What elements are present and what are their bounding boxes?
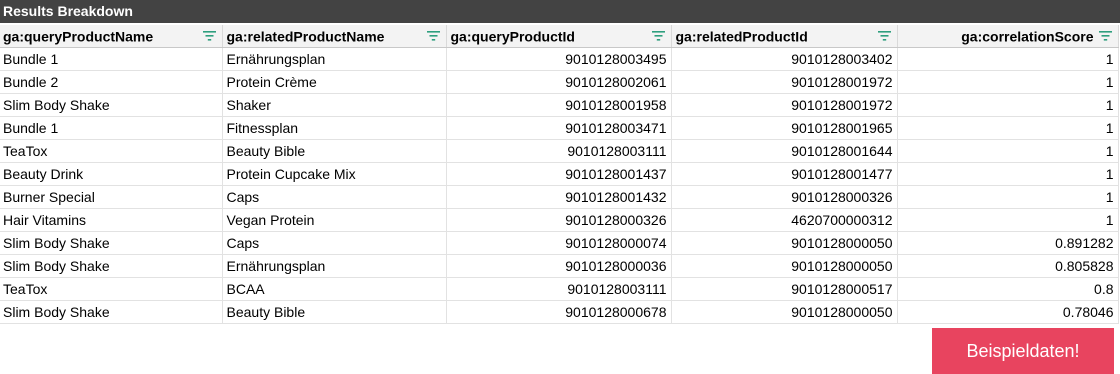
panel-title: Results Breakdown (0, 0, 1120, 23)
cell-related-product-id: 9010128001972 (671, 70, 898, 94)
cell-query-product-name: TeaTox (0, 277, 223, 301)
results-table-body: Bundle 1 Ernährungsplan 9010128003495 90101… (0, 47, 1119, 324)
cell-correlation-score: 1 (897, 185, 1119, 209)
column-header-label: ga:relatedProductName (226, 28, 385, 45)
cell-correlation-score: 0.805828 (897, 254, 1119, 278)
cell-correlation-score: 0.891282 (897, 231, 1119, 255)
cell-related-product-name: Vegan Protein (222, 208, 447, 232)
cell-related-product-id: 9010128001965 (671, 116, 898, 140)
cell-query-product-id: 9010128000326 (446, 208, 672, 232)
table-row[interactable]: Slim Body Shake Beauty Bible 9010128000678… (0, 300, 1119, 324)
cell-query-product-name: Hair Vitamins (0, 208, 223, 232)
table-row[interactable]: Slim Body Shake Caps 9010128000074 90101280… (0, 231, 1119, 255)
column-header-correlation-score[interactable]: ga:correlationScore (897, 25, 1119, 48)
cell-query-product-id: 9010128000036 (446, 254, 672, 278)
column-header-label: ga:queryProductName (3, 28, 154, 45)
cell-query-product-name: Slim Body Shake (0, 93, 223, 117)
column-header-label: ga:relatedProductId (675, 28, 808, 45)
cell-correlation-score: 0.78046 (897, 300, 1119, 324)
cell-query-product-name: TeaTox (0, 139, 223, 163)
cell-related-product-id: 9010128001972 (671, 93, 898, 117)
cell-related-product-id: 9010128000050 (671, 300, 898, 324)
cell-related-product-name: BCAA (222, 277, 447, 301)
cell-related-product-id: 9010128001644 (671, 139, 898, 163)
cell-correlation-score: 1 (897, 93, 1119, 117)
cell-correlation-score: 1 (897, 47, 1119, 71)
cell-query-product-id: 9010128000074 (446, 231, 672, 255)
cell-correlation-score: 1 (897, 70, 1119, 94)
cell-query-product-name: Slim Body Shake (0, 254, 223, 278)
cell-query-product-id: 9010128003111 (446, 277, 672, 301)
cell-correlation-score: 1 (897, 139, 1119, 163)
table-row[interactable]: Bundle 1 Ernährungsplan 9010128003495 90101… (0, 47, 1119, 71)
table-row[interactable]: Hair Vitamins Vegan Protein 9010128000326 4… (0, 208, 1119, 232)
column-header-related-product-name[interactable]: ga:relatedProductName (222, 25, 447, 48)
cell-related-product-name: Protein Crème (222, 70, 447, 94)
cell-query-product-id: 9010128001432 (446, 185, 672, 209)
cell-correlation-score: 1 (897, 116, 1119, 140)
cell-related-product-name: Beauty Bible (222, 139, 447, 163)
cell-related-product-id: 9010128000050 (671, 231, 898, 255)
cell-query-product-id: 9010128003495 (446, 47, 672, 71)
filter-icon[interactable] (426, 30, 440, 42)
cell-query-product-id: 9010128003471 (446, 116, 672, 140)
table-row[interactable]: TeaTox Beauty Bible 9010128003111 901012800… (0, 139, 1119, 163)
table-row[interactable]: Bundle 2 Protein Crème 9010128002061 901012… (0, 70, 1119, 94)
cell-related-product-name: Fitnessplan (222, 116, 447, 140)
results-table: ga:queryProductName ga:relatedProductNam… (0, 25, 1119, 324)
cell-related-product-name: Protein Cupcake Mix (222, 162, 447, 186)
cell-related-product-name: Ernährungsplan (222, 47, 447, 71)
table-row[interactable]: Burner Special Caps 9010128001432 901012800… (0, 185, 1119, 209)
cell-related-product-id: 9010128000517 (671, 277, 898, 301)
cell-related-product-name: Ernährungsplan (222, 254, 447, 278)
cell-correlation-score: 1 (897, 162, 1119, 186)
table-row[interactable]: Slim Body Shake Shaker 9010128001958 901012… (0, 93, 1119, 117)
table-row[interactable]: TeaTox BCAA 9010128003111 9010128000517 0.8 (0, 277, 1119, 301)
column-header-label: ga:correlationScore (961, 28, 1094, 45)
results-breakdown-panel: Results Breakdown ga:queryProductName ga… (0, 0, 1120, 374)
column-header-query-product-id[interactable]: ga:queryProductId (446, 25, 672, 48)
cell-query-product-name: Slim Body Shake (0, 300, 223, 324)
cell-correlation-score: 1 (897, 208, 1119, 232)
filter-icon[interactable] (1098, 30, 1112, 42)
cell-correlation-score: 0.8 (897, 277, 1119, 301)
cell-related-product-id: 9010128000050 (671, 254, 898, 278)
column-header-query-product-name[interactable]: ga:queryProductName (0, 25, 223, 48)
table-header-row: ga:queryProductName ga:relatedProductNam… (0, 25, 1119, 48)
table-row[interactable]: Bundle 1 Fitnessplan 9010128003471 90101280… (0, 116, 1119, 140)
filter-icon[interactable] (202, 30, 216, 42)
cell-related-product-id: 9010128003402 (671, 47, 898, 71)
cell-related-product-id: 9010128001477 (671, 162, 898, 186)
table-row[interactable]: Slim Body Shake Ernährungsplan 90101280000… (0, 254, 1119, 278)
cell-query-product-id: 9010128002061 (446, 70, 672, 94)
cell-query-product-name: Bundle 1 (0, 47, 223, 71)
cell-related-product-id: 4620700000312 (671, 208, 898, 232)
cell-query-product-name: Burner Special (0, 185, 223, 209)
cell-query-product-id: 9010128001437 (446, 162, 672, 186)
cell-related-product-name: Shaker (222, 93, 447, 117)
cell-related-product-name: Caps (222, 185, 447, 209)
cell-query-product-id: 9010128000678 (446, 300, 672, 324)
filter-icon[interactable] (651, 30, 665, 42)
cell-related-product-name: Beauty Bible (222, 300, 447, 324)
filter-icon[interactable] (877, 30, 891, 42)
column-header-label: ga:queryProductId (450, 28, 575, 45)
cell-query-product-name: Slim Body Shake (0, 231, 223, 255)
cell-query-product-name: Bundle 1 (0, 116, 223, 140)
cell-related-product-name: Caps (222, 231, 447, 255)
sample-data-button[interactable]: Beispieldaten! (932, 328, 1114, 374)
cell-query-product-id: 9010128001958 (446, 93, 672, 117)
cell-query-product-name: Beauty Drink (0, 162, 223, 186)
column-header-related-product-id[interactable]: ga:relatedProductId (671, 25, 898, 48)
cell-query-product-id: 9010128003111 (446, 139, 672, 163)
cell-query-product-name: Bundle 2 (0, 70, 223, 94)
cell-related-product-id: 9010128000326 (671, 185, 898, 209)
table-row[interactable]: Beauty Drink Protein Cupcake Mix 901012800… (0, 162, 1119, 186)
